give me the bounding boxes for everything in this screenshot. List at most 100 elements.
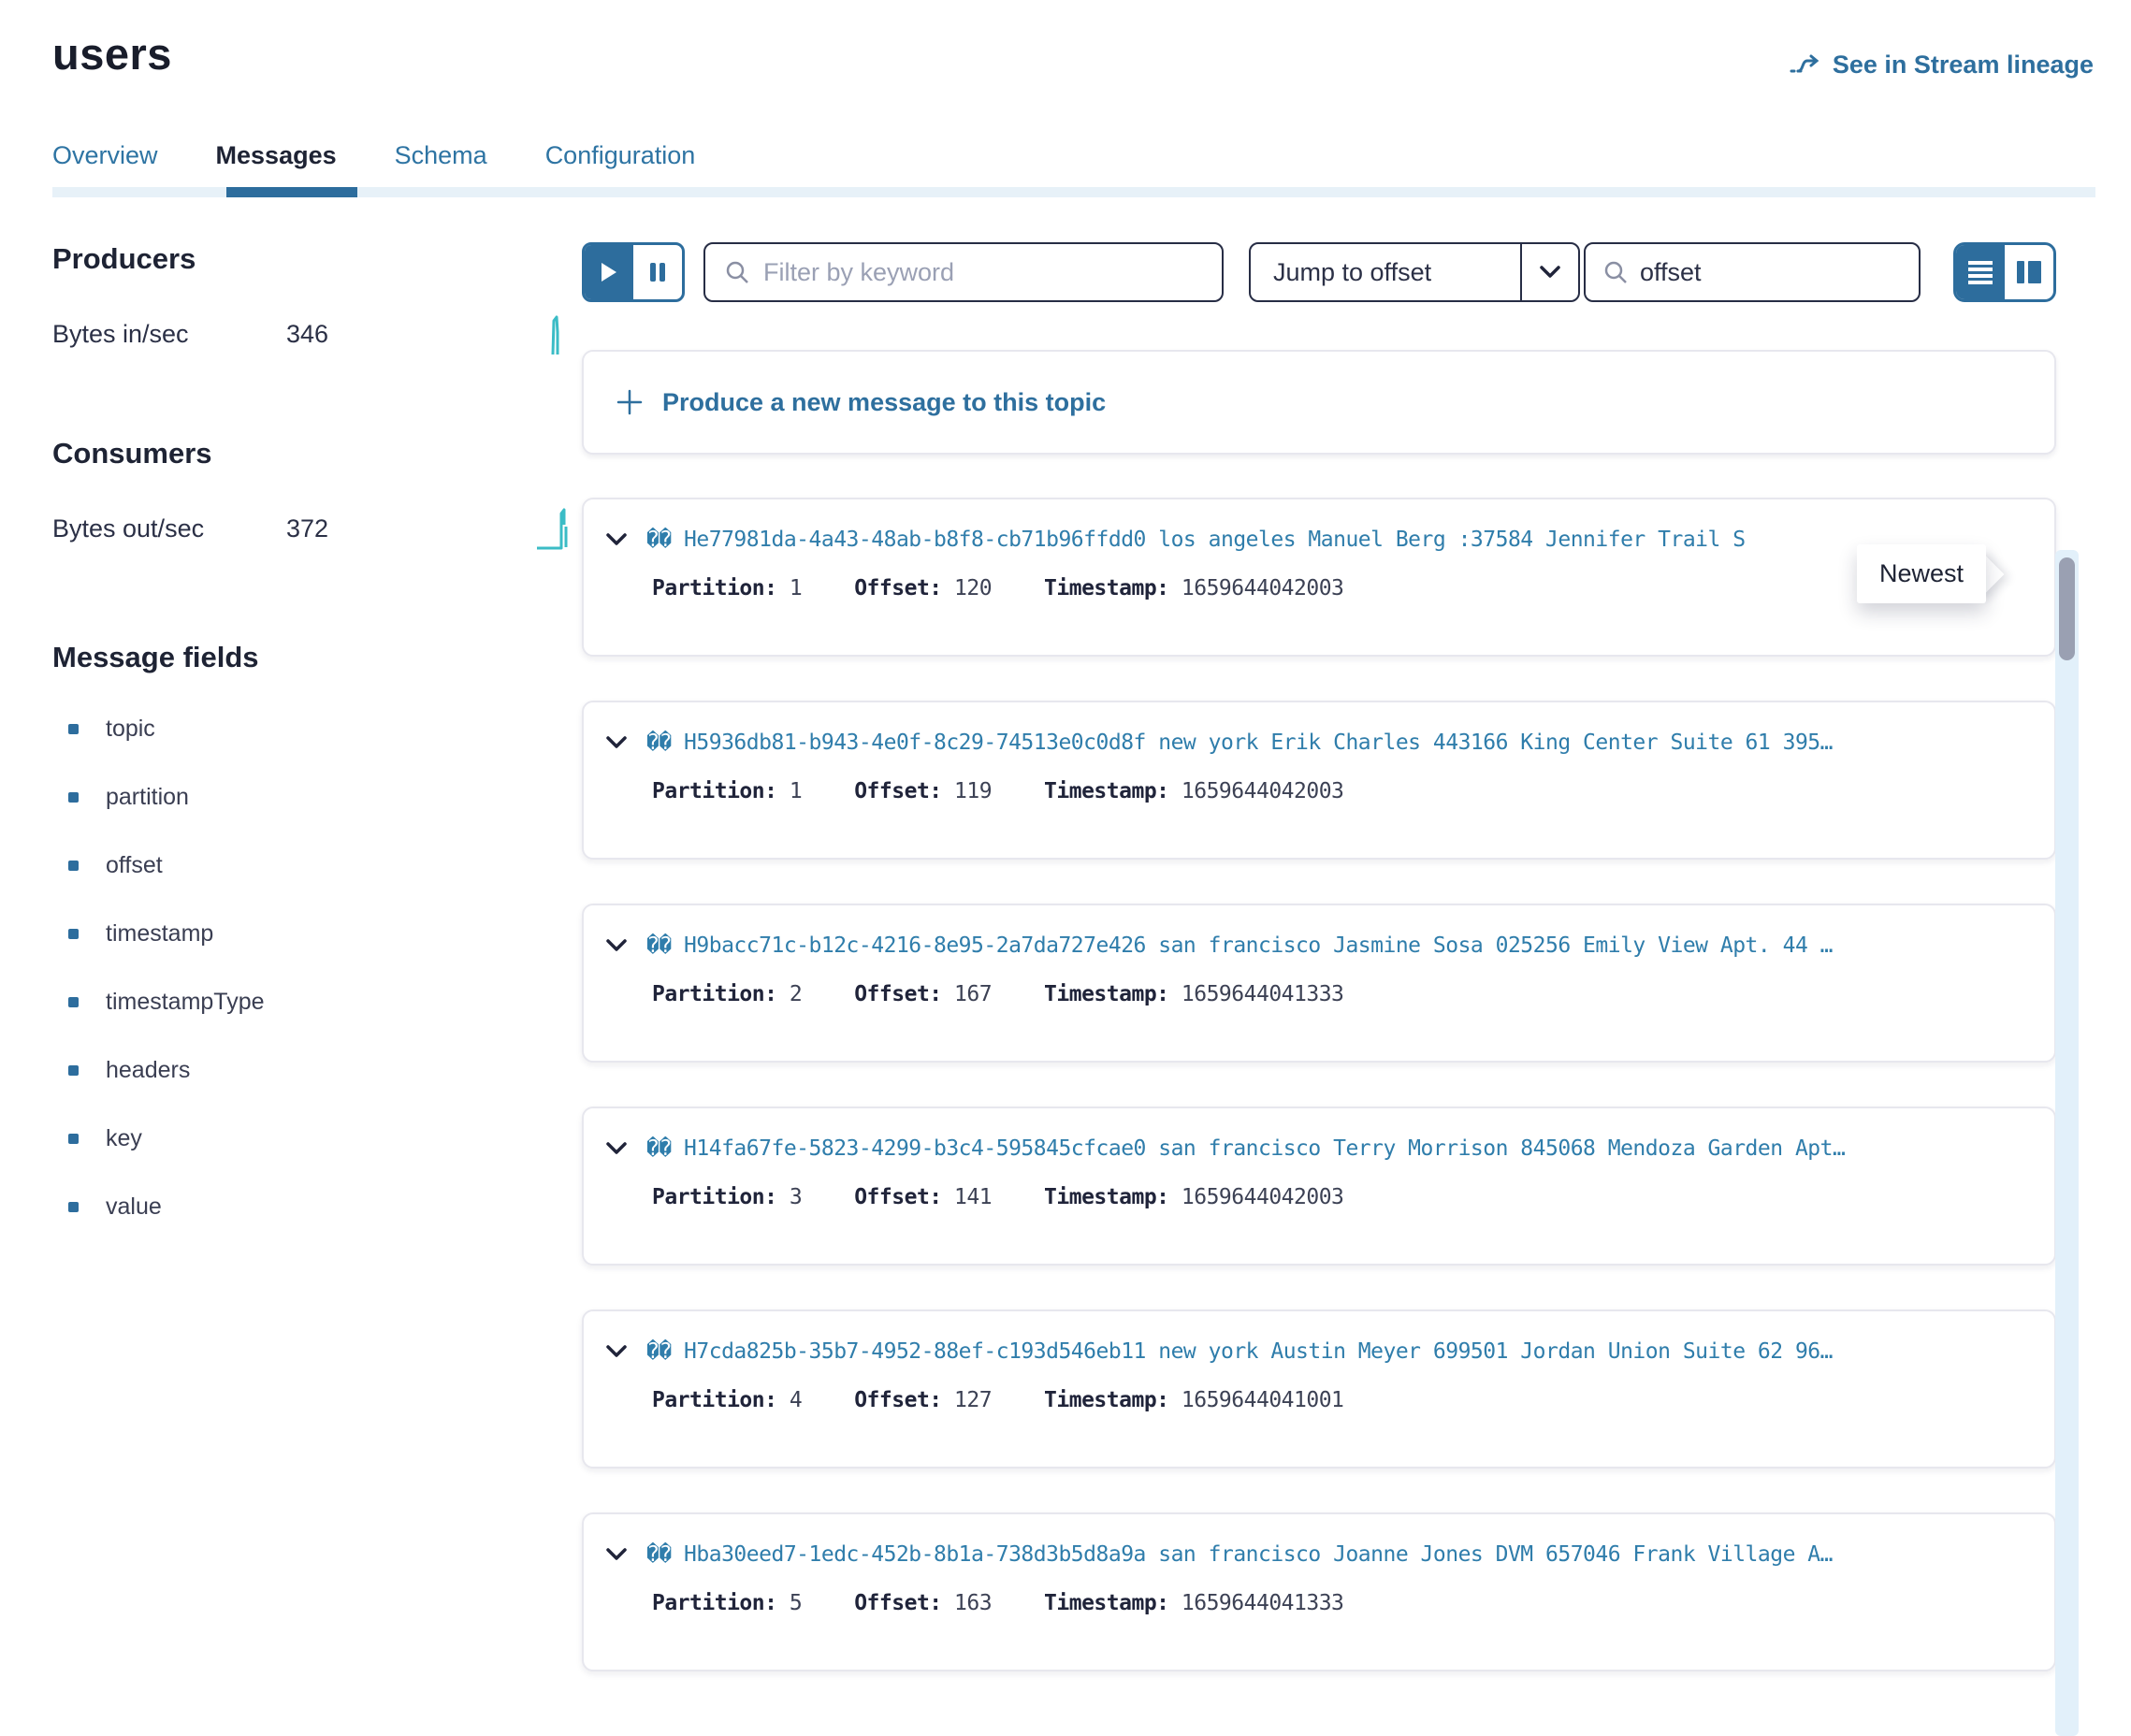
- bullet-icon: [68, 997, 79, 1007]
- offset-field: Offset: 119: [854, 779, 992, 803]
- field-item-headers: headers: [52, 1057, 582, 1084]
- split-view-button[interactable]: [2005, 245, 2053, 299]
- message-row: �� H9bacc71c-b12c-4216-8e95-2a7da727e426…: [582, 904, 2056, 1063]
- active-tab-indicator: [226, 187, 357, 197]
- timestamp-field: Timestamp: 1659644042003: [1044, 779, 1343, 803]
- tab-overview[interactable]: Overview: [52, 141, 158, 187]
- message-fields-heading: Message fields: [52, 641, 582, 674]
- message-key[interactable]: �� H14fa67fe-5823-4299-b3c4-595845cfcae0…: [646, 1136, 2017, 1161]
- message-key[interactable]: �� H5936db81-b943-4e0f-8c29-74513e0c0d8f…: [646, 731, 2017, 755]
- consumers-heading: Consumers: [52, 437, 582, 470]
- sidebar: Producers Bytes in/sec 346 Consumers Byt…: [52, 242, 582, 1715]
- page-title: users: [52, 28, 172, 80]
- messages-panel: Jump to offset: [582, 242, 2056, 1715]
- tab-schema[interactable]: Schema: [395, 141, 487, 187]
- offset-field: Offset: 127: [854, 1388, 992, 1412]
- keyword-filter-field[interactable]: [703, 242, 1224, 302]
- stream-lineage-link[interactable]: See in Stream lineage: [1790, 51, 2094, 80]
- partition-field: Partition: 1: [652, 779, 802, 803]
- message-fields-list: topic partition offset timestamp timesta…: [52, 716, 582, 1221]
- stream-lineage-label: See in Stream lineage: [1833, 51, 2094, 80]
- partition-field: Partition: 2: [652, 982, 802, 1006]
- timestamp-field: Timestamp: 1659644041333: [1044, 982, 1343, 1006]
- timestamp-field: Timestamp: 1659644041333: [1044, 1591, 1343, 1615]
- message-key[interactable]: �� H9bacc71c-b12c-4216-8e95-2a7da727e426…: [646, 933, 2017, 958]
- message-key[interactable]: �� He77981da-4a43-48ab-b8f8-cb71b96ffdd0…: [646, 528, 2017, 552]
- bullet-icon: [68, 861, 79, 871]
- offset-field: Offset: 167: [854, 982, 992, 1006]
- offset-search-input[interactable]: [1640, 258, 1902, 287]
- bullet-icon: [68, 1134, 79, 1144]
- scrollbar-thumb[interactable]: [2059, 557, 2075, 660]
- pause-button[interactable]: [633, 245, 682, 299]
- search-icon: [1602, 259, 1629, 285]
- topic-page: users See in Stream lineage Overview Mes…: [0, 0, 2131, 1736]
- chevron-down-icon[interactable]: [605, 735, 630, 750]
- search-icon: [724, 259, 750, 285]
- bytes-out-value: 372: [286, 514, 328, 543]
- bullet-icon: [68, 929, 79, 939]
- jump-to-select[interactable]: Jump to offset: [1249, 242, 1580, 302]
- partition-field: Partition: 4: [652, 1388, 802, 1412]
- field-item-topic: topic: [52, 716, 582, 743]
- list-view-button[interactable]: [1956, 245, 2005, 299]
- field-item-offset: offset: [52, 852, 582, 879]
- chevron-down-icon[interactable]: [605, 938, 630, 953]
- offset-field: Offset: 141: [854, 1185, 992, 1209]
- view-toggle-control: [1953, 242, 2056, 302]
- jump-to-select-value: Jump to offset: [1251, 258, 1520, 287]
- message-row: �� H7cda825b-35b7-4952-88ef-c193d546eb11…: [582, 1309, 2056, 1468]
- partition-field: Partition: 5: [652, 1591, 802, 1615]
- stream-lineage-icon: [1790, 52, 1821, 79]
- plus-icon: [616, 388, 644, 416]
- produce-message-button[interactable]: Produce a new message to this topic: [582, 350, 2056, 455]
- play-button[interactable]: [585, 245, 633, 299]
- tab-configuration[interactable]: Configuration: [545, 141, 696, 187]
- timestamp-field: Timestamp: 1659644042003: [1044, 576, 1343, 600]
- bytes-in-sparkline: [535, 311, 573, 356]
- chevron-down-icon[interactable]: [1522, 265, 1578, 280]
- bytes-in-metric: Bytes in/sec 346: [52, 311, 582, 356]
- play-icon: [600, 261, 618, 283]
- bytes-in-label: Bytes in/sec: [52, 320, 286, 349]
- bytes-out-sparkline: [535, 506, 573, 551]
- field-item-partition: partition: [52, 784, 582, 811]
- producers-heading: Producers: [52, 242, 582, 276]
- chevron-down-icon[interactable]: [605, 1344, 630, 1359]
- message-key[interactable]: �� Hba30eed7-1edc-452b-8b1a-738d3b5d8a9a…: [646, 1542, 2017, 1567]
- messages-toolbar: Jump to offset: [582, 242, 2056, 302]
- tab-messages[interactable]: Messages: [216, 141, 337, 187]
- bullet-icon: [68, 724, 79, 734]
- page-header: users See in Stream lineage: [0, 0, 2131, 80]
- message-list: �� He77981da-4a43-48ab-b8f8-cb71b96ffdd0…: [582, 498, 2056, 1671]
- field-item-value: value: [52, 1194, 582, 1221]
- message-row: �� He77981da-4a43-48ab-b8f8-cb71b96ffdd0…: [582, 498, 2056, 657]
- newest-tooltip-label: Newest: [1857, 544, 1986, 603]
- chevron-down-icon[interactable]: [605, 1141, 630, 1156]
- tab-track: [52, 187, 2095, 197]
- partition-field: Partition: 1: [652, 576, 802, 600]
- timestamp-field: Timestamp: 1659644041001: [1044, 1388, 1343, 1412]
- chevron-down-icon[interactable]: [605, 532, 630, 547]
- chevron-down-icon[interactable]: [605, 1547, 630, 1562]
- bullet-icon: [68, 1065, 79, 1076]
- message-row: �� H5936db81-b943-4e0f-8c29-74513e0c0d8f…: [582, 701, 2056, 860]
- message-row: �� Hba30eed7-1edc-452b-8b1a-738d3b5d8a9a…: [582, 1512, 2056, 1671]
- bytes-out-label: Bytes out/sec: [52, 514, 286, 543]
- keyword-filter-input[interactable]: [763, 258, 1203, 287]
- partition-field: Partition: 3: [652, 1185, 802, 1209]
- scrollbar-track[interactable]: [2055, 550, 2079, 1736]
- bullet-icon: [68, 1202, 79, 1212]
- offset-field: Offset: 163: [854, 1591, 992, 1615]
- field-item-key: key: [52, 1125, 582, 1152]
- newest-tooltip: Newest: [1857, 544, 1997, 603]
- field-item-timestamptype: timestampType: [52, 989, 582, 1016]
- list-view-icon: [1967, 260, 1993, 284]
- offset-search-field[interactable]: [1584, 242, 1921, 302]
- offset-field: Offset: 120: [854, 576, 992, 600]
- message-key[interactable]: �� H7cda825b-35b7-4952-88ef-c193d546eb11…: [646, 1339, 2017, 1364]
- tab-bar: Overview Messages Schema Configuration: [52, 141, 2095, 197]
- timestamp-field: Timestamp: 1659644042003: [1044, 1185, 1343, 1209]
- field-item-timestamp: timestamp: [52, 920, 582, 948]
- split-view-icon: [2016, 260, 2042, 284]
